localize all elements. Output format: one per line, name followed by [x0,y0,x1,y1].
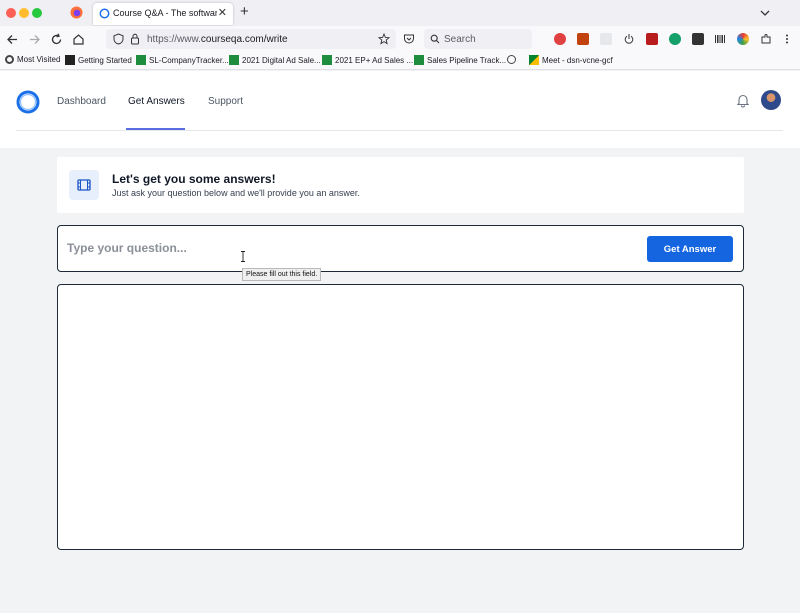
course-qa-logo-icon [99,8,110,19]
window-close-button[interactable] [6,8,16,18]
question-input[interactable] [67,238,627,258]
bookmark-item[interactable] [507,55,519,64]
puzzle-icon[interactable] [760,33,772,45]
pocket-icon[interactable] [403,33,415,45]
validation-tooltip: Please fill out this field. [242,268,322,281]
firefox-icon[interactable] [70,6,83,19]
app-header: Dashboard Get Answers Support [0,71,800,148]
bookmark-item[interactable]: Getting Started [65,55,132,65]
globe-icon [507,55,516,64]
tab-close-icon[interactable]: ✕ [218,6,227,20]
extension-icon[interactable] [600,33,612,45]
course-qa-logo-icon[interactable] [15,89,41,115]
meet-icon [529,55,539,65]
color-picker-icon[interactable] [737,33,749,45]
adblock-icon[interactable] [554,33,566,45]
tab-title: Course Q&A - The software buil [113,8,217,18]
pdf-icon[interactable] [646,33,658,45]
address-bar[interactable]: https://www.courseqa.com/write [106,29,396,49]
nav-get-answers[interactable]: Get Answers [128,96,185,107]
answer-panel [57,284,744,550]
sheets-icon [229,55,239,65]
intro-title: Let's get you some answers! [112,172,276,186]
bookmark-label: 2021 EP+ Ad Sales ... [335,55,414,65]
browser-tab-strip: Course Q&A - The software buil ✕ + [0,0,800,26]
header-divider [16,130,783,131]
window-zoom-button[interactable] [32,8,42,18]
bookmark-label: 2021 Digital Ad Sale... [242,55,321,65]
forward-arrow-icon[interactable] [27,32,42,47]
sheets-icon [136,55,146,65]
new-tab-icon[interactable]: + [240,4,249,20]
nav-dashboard[interactable]: Dashboard [57,96,106,107]
url-text: https://www.courseqa.com/write [147,34,288,45]
search-bar[interactable]: Search [424,29,532,49]
star-icon[interactable] [378,33,390,45]
url-prefix: https://www. [147,34,201,45]
menu-dots-icon[interactable] [781,33,793,45]
bookmark-label: Sales Pipeline Track... [427,55,507,65]
nav-support[interactable]: Support [208,96,243,107]
bell-icon[interactable] [736,93,750,108]
window-minimize-button[interactable] [19,8,29,18]
bookmark-item[interactable]: Meet - dsn-vcne-gcf [529,55,613,65]
intro-card: Let's get you some answers! Just ask you… [57,157,744,213]
bookmark-item[interactable]: Sales Pipeline Track... [414,55,506,65]
power-icon[interactable] [623,33,635,45]
sheets-icon [414,55,424,65]
barcode-icon[interactable] [714,33,726,45]
chevron-down-icon[interactable] [760,8,770,18]
text-cursor-icon [241,251,245,262]
home-icon[interactable] [71,32,86,47]
bookmark-item[interactable]: 2021 EP+ Ad Sales ... [322,55,413,65]
lock-icon[interactable] [130,33,140,45]
get-answer-button[interactable]: Get Answer [647,236,733,262]
search-icon [430,34,440,44]
mastodon-icon [65,55,75,65]
intro-subtitle: Just ask your question below and we'll p… [112,188,360,198]
tab-active[interactable]: Course Q&A - The software buil ✕ [93,3,233,25]
bookmark-item[interactable]: 2021 Digital Ad Sale... [229,55,321,65]
grammarly-icon[interactable] [669,33,681,45]
film-icon [69,170,99,200]
bookmark-label: SL-CompanyTracker... [149,55,229,65]
reload-icon[interactable] [49,32,64,47]
bookmark-label: Most Visited [17,55,61,64]
search-placeholder: Search [444,34,476,45]
bookmarks-bar: Most Visited Getting Started SL-CompanyT… [0,53,800,70]
bookmark-label: Meet - dsn-vcne-gcf [542,55,613,65]
bookmark-label: Getting Started [78,55,132,65]
bookmark-item[interactable]: SL-CompanyTracker... [136,55,229,65]
back-arrow-icon[interactable] [5,32,20,47]
question-box: Get Answer [57,225,744,272]
gear-icon [5,55,14,64]
shield-icon[interactable] [113,33,124,45]
extension-icon[interactable] [692,33,704,45]
sheets-icon [322,55,332,65]
browser-toolbar: https://www.courseqa.com/write Search [0,26,800,53]
extension-icon[interactable] [577,33,589,45]
url-domain: courseqa.com/write [200,34,288,45]
bookmark-item[interactable]: Most Visited [5,55,60,64]
avatar[interactable] [761,90,781,110]
